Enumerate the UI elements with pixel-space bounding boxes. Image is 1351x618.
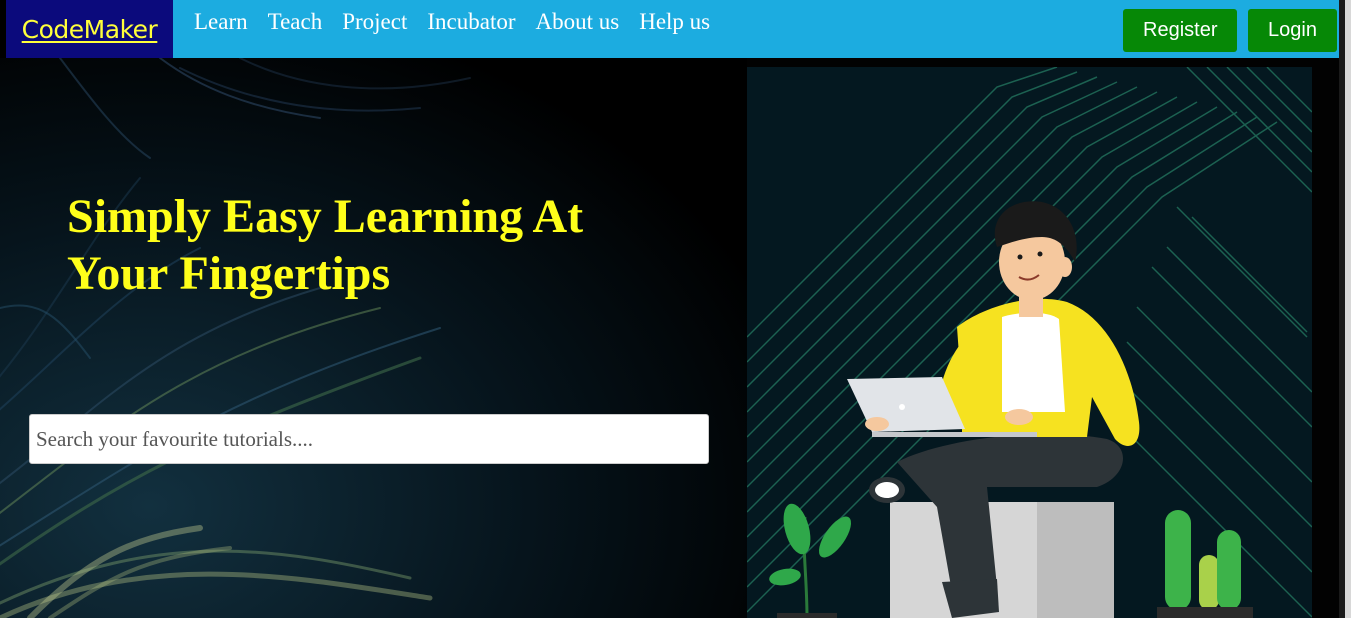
brand-container: CodeMaker bbox=[6, 0, 173, 58]
brand-logo-link[interactable]: CodeMaker bbox=[22, 15, 158, 44]
nav-link-about-us[interactable]: About us bbox=[536, 9, 620, 35]
login-button[interactable]: Login bbox=[1248, 9, 1337, 52]
hero-background-lines bbox=[0, 58, 471, 618]
register-button[interactable]: Register bbox=[1123, 9, 1237, 52]
right-plant-icon bbox=[1157, 510, 1253, 618]
hero-section: Simply Easy Learning At Your Fingertips bbox=[0, 58, 747, 618]
hero-title: Simply Easy Learning At Your Fingertips bbox=[67, 190, 584, 300]
person-with-laptop-illustration bbox=[747, 67, 1312, 618]
nav-link-learn[interactable]: Learn bbox=[194, 9, 248, 35]
vertical-scrollbar[interactable] bbox=[1345, 0, 1351, 618]
nav-link-teach[interactable]: Teach bbox=[268, 9, 323, 35]
main-nav: Learn Teach Project Incubator About us H… bbox=[194, 9, 730, 35]
auth-buttons: Register Login bbox=[1123, 9, 1337, 52]
left-plant-icon bbox=[769, 503, 852, 618]
top-navbar: CodeMaker Learn Teach Project Incubator … bbox=[6, 0, 1339, 58]
nav-link-incubator[interactable]: Incubator bbox=[427, 9, 515, 35]
nav-link-project[interactable]: Project bbox=[342, 9, 407, 35]
search-input[interactable] bbox=[29, 414, 709, 464]
seat-cube bbox=[890, 502, 1114, 618]
nav-link-help-us[interactable]: Help us bbox=[639, 9, 710, 35]
